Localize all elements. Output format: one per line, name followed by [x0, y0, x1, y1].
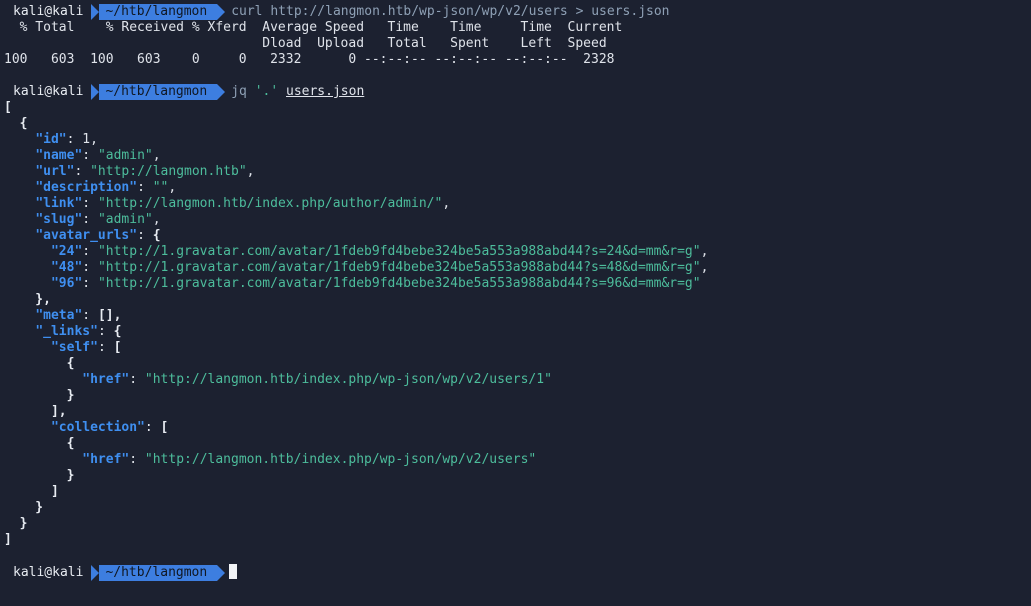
json-line-avatar-24: "24": "http://1.gravatar.com/avatar/1fde…	[50, 244, 709, 259]
json-key: "self"	[50, 340, 98, 355]
json-line-links: "_links": {	[35, 324, 122, 339]
prompt-path-segment: ~/htb/langmon	[91, 565, 225, 581]
json-line-id: "id": 1,	[35, 132, 98, 147]
json-close-avatar: },	[4, 292, 51, 307]
json-close-self-object: }	[4, 388, 75, 403]
curl-header-1: % Total % Received % Xferd Average Speed…	[4, 20, 623, 35]
json-key: "meta"	[35, 308, 83, 323]
json-close-object: }	[4, 516, 28, 531]
json-line-meta: "meta": [],	[35, 308, 122, 323]
json-key: "collection"	[50, 420, 145, 435]
json-key: "_links"	[35, 324, 98, 339]
json-open-collection-object: {	[4, 436, 75, 451]
json-line-self: "self": [	[50, 340, 122, 355]
json-key: "link"	[35, 196, 83, 211]
json-key: "slug"	[35, 212, 83, 227]
json-line-name: "name": "admin",	[35, 148, 161, 163]
prompt-line-1: kali@kali ~/htb/langmon curl http://langmo…	[4, 4, 670, 20]
terminal-window[interactable]: kali@kali ~/htb/langmon curl http://langmo…	[0, 0, 1031, 606]
cursor-block-icon[interactable]	[229, 564, 238, 579]
json-line-slug: "slug": "admin",	[35, 212, 161, 227]
prompt-user: kali@kali	[13, 84, 84, 99]
prompt-path-segment: ~/htb/langmon	[91, 4, 225, 20]
json-value: "http://langmon.htb"	[90, 164, 247, 179]
json-line-description: "description": "",	[35, 180, 177, 195]
prompt-line-2: kali@kali ~/htb/langmon jq '.' users.json	[4, 84, 364, 100]
json-key: "id"	[35, 132, 67, 147]
curl-header-2: Dload Upload Total Spent Left Speed	[4, 36, 607, 51]
json-value: ""	[152, 180, 169, 195]
json-value: 1	[82, 132, 91, 147]
json-open-object: {	[4, 116, 28, 131]
json-close-collection: ]	[4, 484, 59, 499]
json-value: "http://1.gravatar.com/avatar/1fdeb9fd4b…	[97, 276, 701, 291]
json-value: "http://langmon.htb/index.php/wp-json/wp…	[144, 452, 537, 467]
curl-stats: 100 603 100 603 0 0 2332 0 --:--:-- --:-…	[4, 52, 615, 67]
json-line-collection-href: "href": "http://langmon.htb/index.php/wp…	[82, 452, 537, 467]
json-key: "href"	[82, 372, 130, 387]
json-value: "http://langmon.htb/index.php/wp-json/wp…	[144, 372, 552, 387]
json-key: "description"	[35, 180, 138, 195]
json-value: "admin"	[97, 148, 153, 163]
json-close-links: }	[4, 500, 44, 515]
json-close-self: ],	[4, 404, 67, 419]
json-line-collection: "collection": [	[50, 420, 169, 435]
json-close-collection-object: }	[4, 468, 75, 483]
jq-filter: '.'	[254, 84, 279, 99]
json-key: "name"	[35, 148, 83, 163]
json-key: "href"	[82, 452, 130, 467]
prompt-user: kali@kali	[13, 565, 84, 580]
json-open-self-object: {	[4, 356, 75, 371]
json-line-link: "link": "http://langmon.htb/index.php/au…	[35, 196, 451, 211]
json-close-array: ]	[4, 532, 12, 547]
json-key: "avatar_urls"	[35, 228, 138, 243]
prompt-line-3[interactable]: kali@kali ~/htb/langmon	[4, 564, 238, 581]
json-line-url: "url": "http://langmon.htb",	[35, 164, 255, 179]
json-line-avatar-urls: "avatar_urls": {	[35, 228, 161, 243]
prompt-path-segment: ~/htb/langmon	[91, 84, 225, 100]
json-line-avatar-48: "48": "http://1.gravatar.com/avatar/1fde…	[50, 260, 709, 275]
json-value: "http://1.gravatar.com/avatar/1fdeb9fd4b…	[97, 244, 701, 259]
command-curl: curl http://langmon.htb/wp-json/wp/v2/us…	[231, 4, 670, 19]
json-key: "url"	[35, 164, 75, 179]
json-value: "http://langmon.htb/index.php/author/adm…	[97, 196, 443, 211]
json-line-self-href: "href": "http://langmon.htb/index.php/wp…	[82, 372, 552, 387]
json-value: "http://1.gravatar.com/avatar/1fdeb9fd4b…	[97, 260, 701, 275]
json-line-avatar-96: "96": "http://1.gravatar.com/avatar/1fde…	[50, 276, 701, 291]
json-value: "admin"	[97, 212, 153, 227]
json-key: "24"	[50, 244, 83, 259]
command-jq: jq '.' users.json	[231, 84, 364, 99]
jq-file-arg: users.json	[286, 84, 365, 99]
prompt-user: kali@kali	[13, 4, 84, 19]
json-key: "48"	[50, 260, 83, 275]
json-key: "96"	[50, 276, 83, 291]
json-open-array: [	[4, 100, 12, 115]
jq-program: jq	[231, 84, 247, 99]
